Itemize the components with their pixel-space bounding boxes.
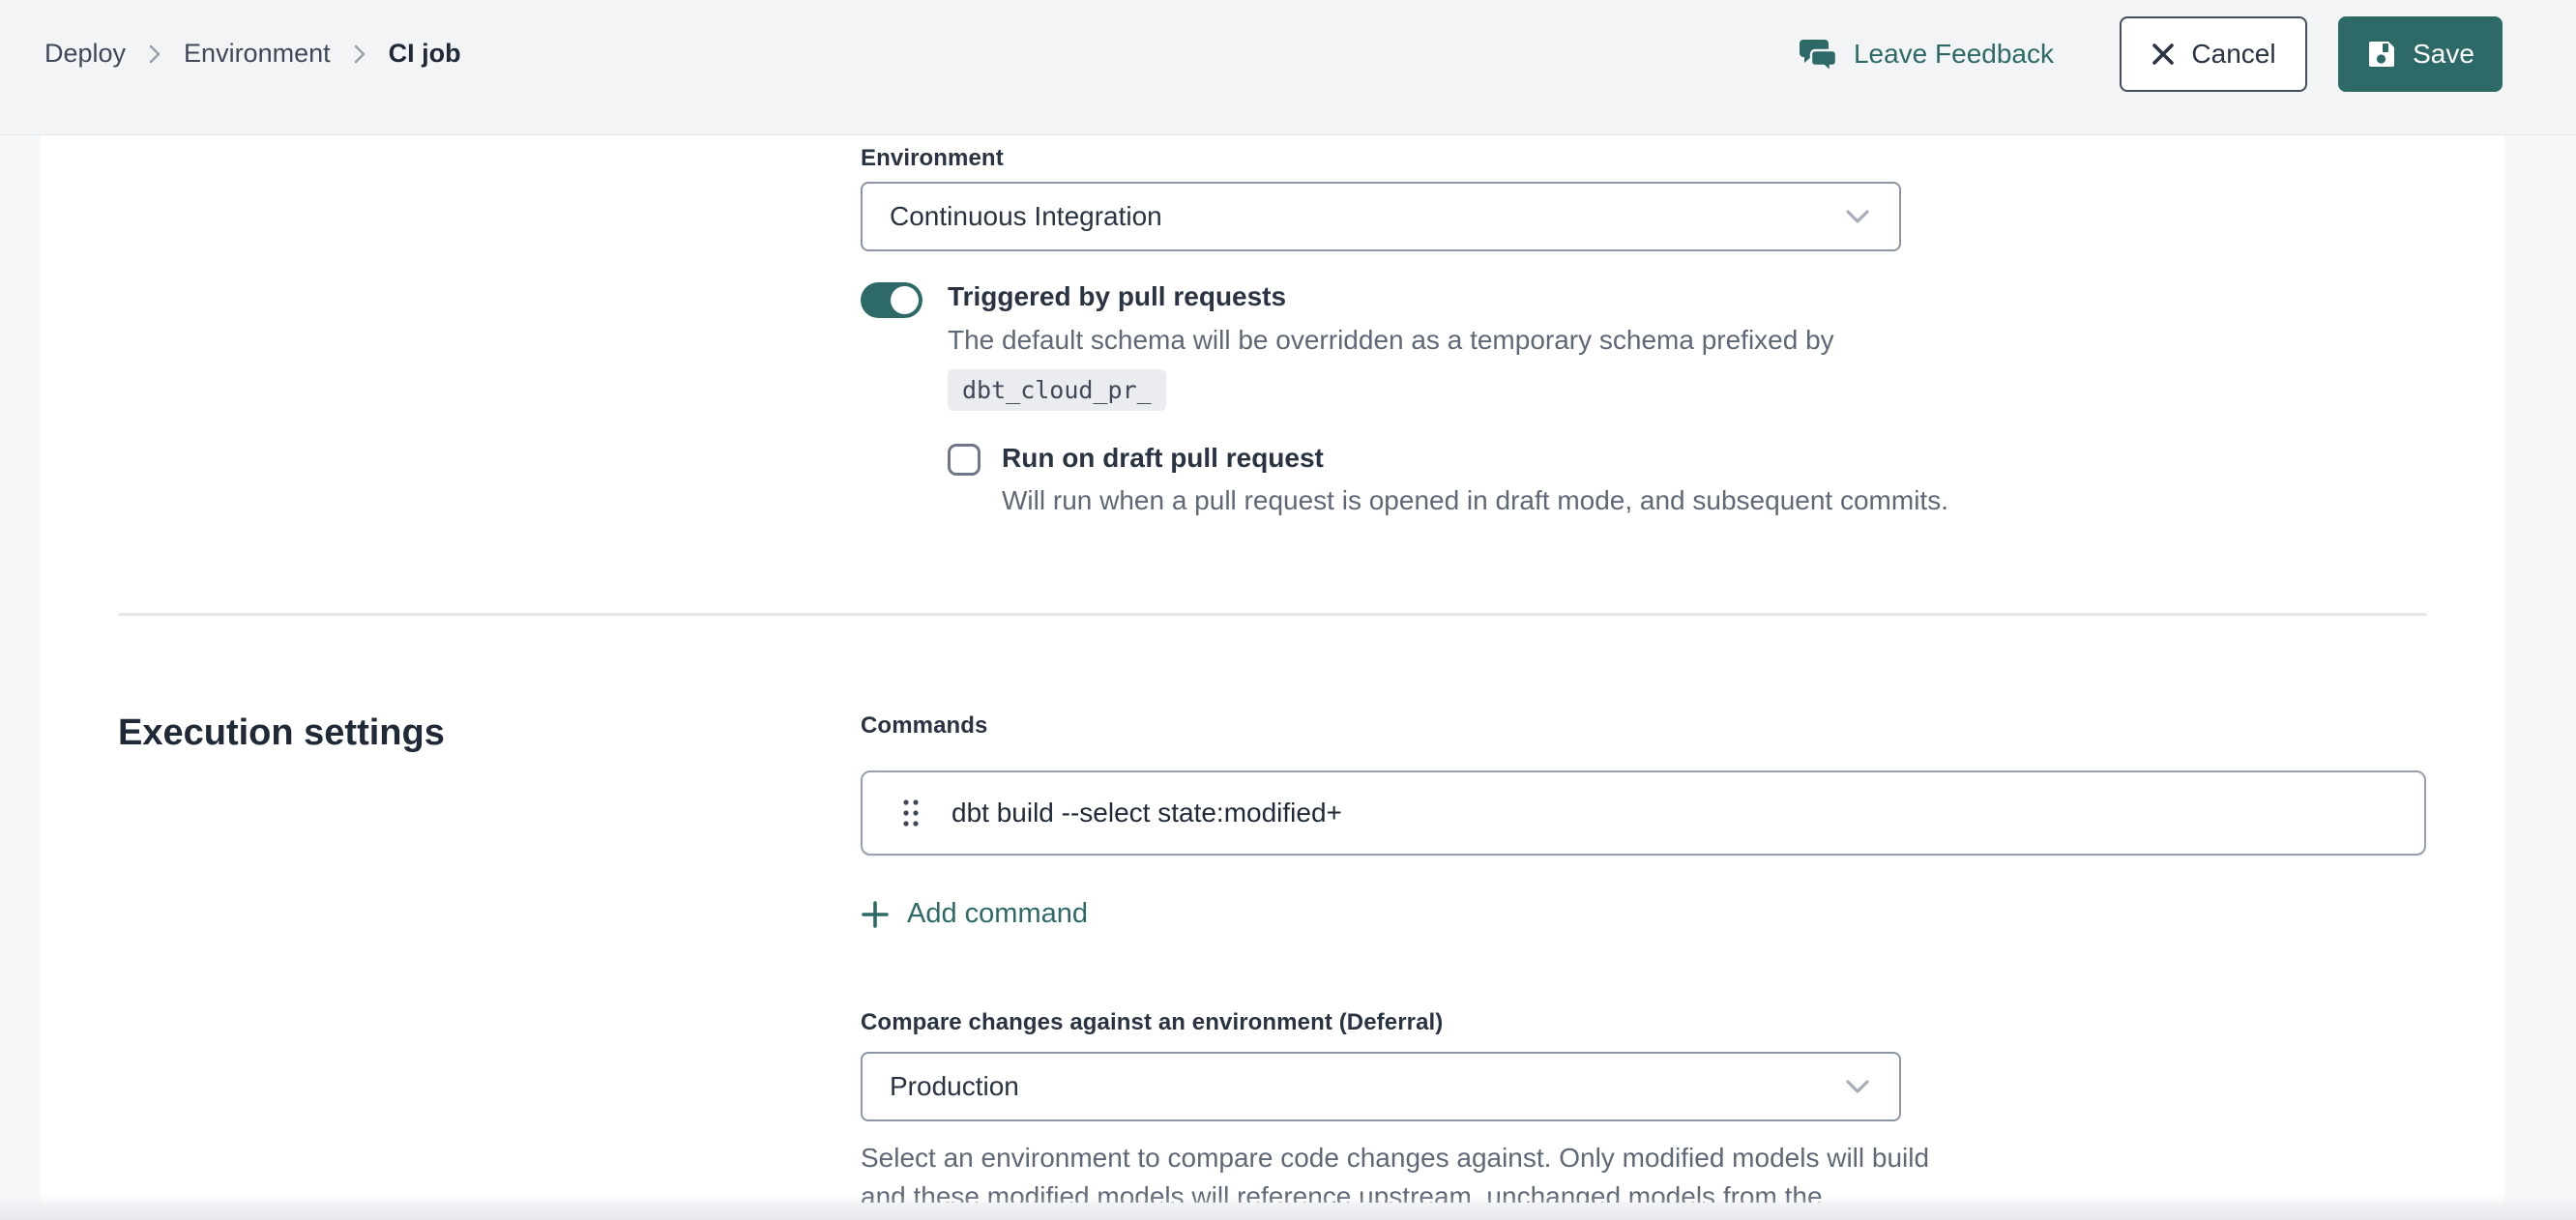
close-icon: [2151, 42, 2176, 67]
save-button[interactable]: Save: [2338, 16, 2503, 92]
page-background: Environment Continuous Integration Trigg: [0, 135, 2576, 1220]
command-input[interactable]: dbt build --select state:modified+: [951, 798, 2415, 828]
add-command-label: Add command: [907, 898, 1088, 930]
feedback-chat-icon: [1800, 37, 1838, 72]
deferral-field-label: Compare changes against an environment (…: [861, 1009, 2504, 1036]
toggle-knob: [891, 286, 919, 314]
deferral-select-value: Production: [890, 1071, 1019, 1102]
environment-select-value: Continuous Integration: [890, 201, 1162, 232]
breadcrumb-deploy[interactable]: Deploy: [44, 39, 126, 69]
plus-icon: [861, 900, 890, 929]
cancel-button-label: Cancel: [2191, 39, 2275, 70]
deferral-description: Select an environment to compare code ch…: [861, 1139, 1953, 1203]
environment-select[interactable]: Continuous Integration: [861, 182, 1901, 251]
drag-handle-icon[interactable]: [892, 785, 930, 841]
leave-feedback-link[interactable]: Leave Feedback: [1800, 37, 2054, 72]
topbar: Deploy Environment CI job Leave Feedback: [0, 0, 2576, 135]
draft-pr-checkbox[interactable]: [948, 444, 981, 476]
chevron-right-icon: [352, 43, 367, 66]
chevron-down-icon: [1843, 207, 1872, 226]
draft-pr-row: Run on draft pull request Will run when …: [948, 442, 1948, 521]
breadcrumb: Deploy Environment CI job: [44, 39, 461, 69]
breadcrumb-ci-job: CI job: [389, 39, 461, 69]
pr-trigger-row: Triggered by pull requests The default s…: [861, 280, 2504, 520]
schema-prefix-chip: dbt_cloud_pr_: [948, 369, 1166, 411]
add-command-button[interactable]: Add command: [861, 898, 1088, 930]
cancel-button[interactable]: Cancel: [2120, 16, 2307, 92]
save-button-label: Save: [2413, 39, 2474, 70]
draft-pr-label: Run on draft pull request: [1002, 442, 1948, 475]
environment-field-label: Environment: [861, 145, 2504, 172]
pr-trigger-description: The default schema will be overridden as…: [948, 321, 1948, 360]
topbar-actions: Leave Feedback Cancel Save: [1800, 16, 2503, 92]
execution-settings-title: Execution settings: [118, 712, 861, 755]
settings-card: Environment Continuous Integration Trigg: [41, 135, 2504, 1203]
environment-section: Environment Continuous Integration Trigg: [41, 135, 2504, 520]
leave-feedback-label: Leave Feedback: [1854, 39, 2054, 70]
execution-section: Execution settings Commands dbt build --…: [41, 616, 2504, 1203]
chevron-down-icon: [1843, 1077, 1872, 1096]
pr-trigger-toggle[interactable]: [861, 282, 922, 318]
breadcrumb-environment[interactable]: Environment: [184, 39, 331, 69]
draft-pr-description: Will run when a pull request is opened i…: [1002, 481, 1948, 520]
commands-field-label: Commands: [861, 712, 2504, 740]
chevron-right-icon: [147, 43, 162, 66]
command-row: dbt build --select state:modified+: [861, 770, 2426, 856]
save-floppy-icon: [2366, 39, 2397, 70]
pr-trigger-label: Triggered by pull requests: [948, 280, 1948, 313]
deferral-select[interactable]: Production: [861, 1052, 1901, 1121]
